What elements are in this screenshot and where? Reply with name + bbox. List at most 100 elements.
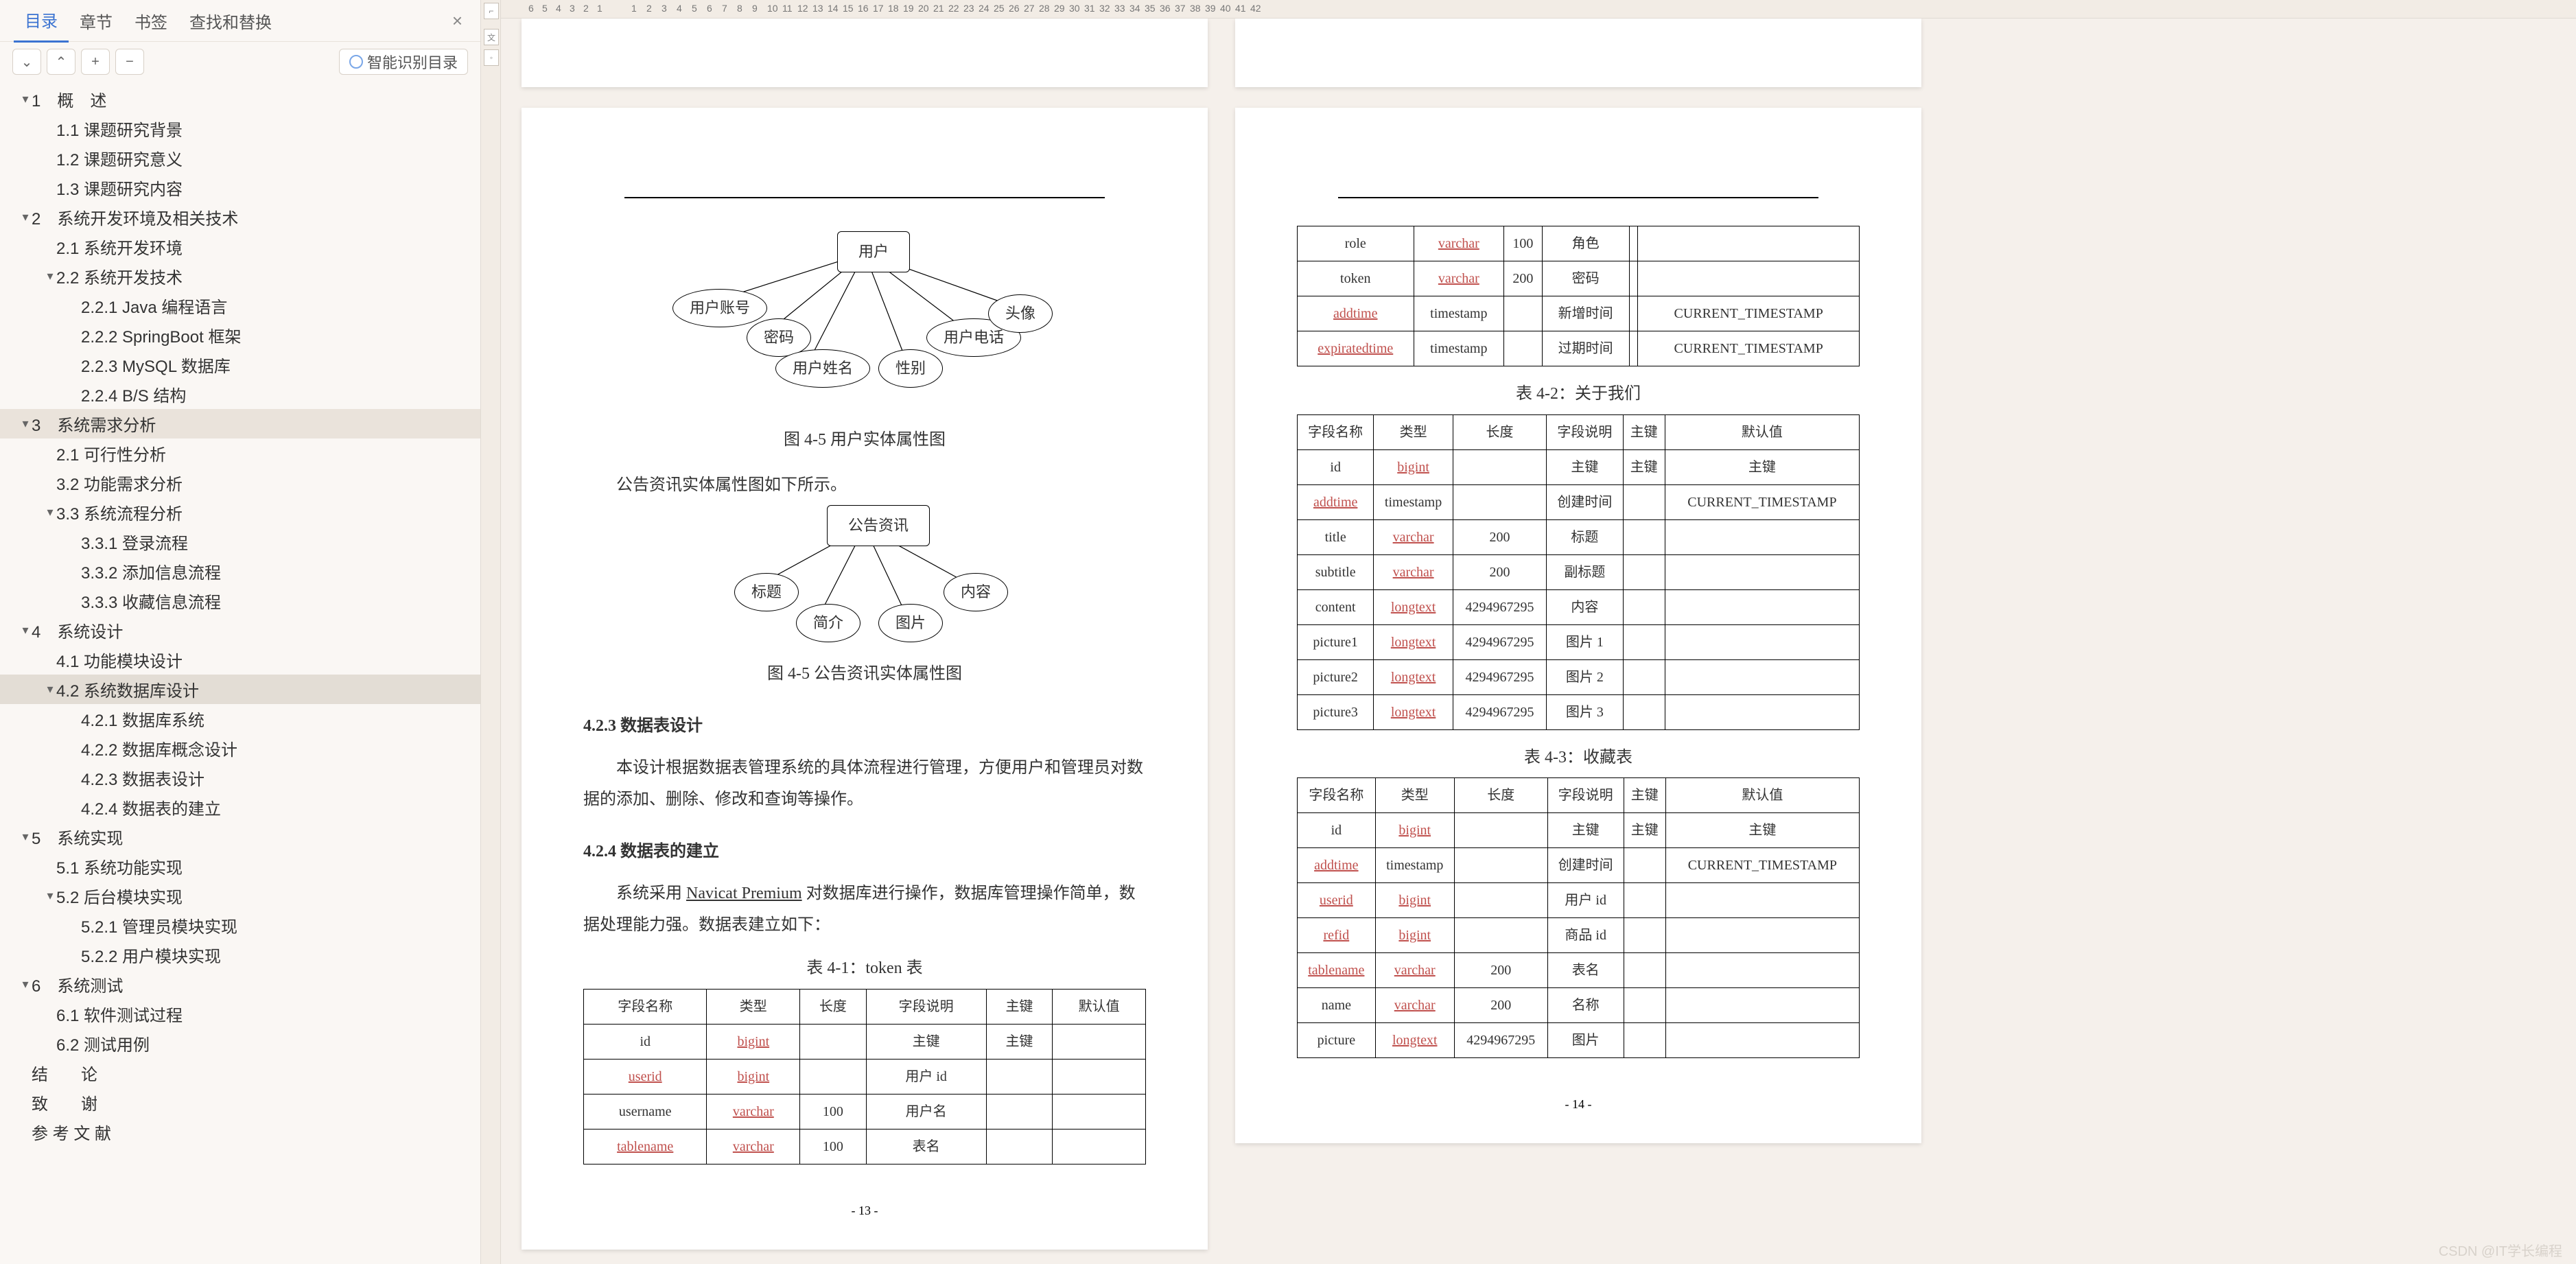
outline-item[interactable]: ▾4.2 系统数据库设计 (0, 675, 480, 704)
outline-item[interactable]: 2.2.3 MySQL 数据库 (0, 350, 480, 379)
chevron-down-icon[interactable]: ▾ (19, 92, 32, 106)
smart-detect-toc-button[interactable]: 智能识别目录 (339, 49, 468, 75)
outline-item[interactable]: 5.2.2 用户模块实现 (0, 940, 480, 970)
column-header: 字段说明 (1547, 778, 1624, 813)
chevron-down-icon[interactable]: ▾ (19, 977, 32, 992)
outline-item[interactable]: ▾2.2 系统开发技术 (0, 261, 480, 291)
outline-label: 2 系统开发环境及相关技术 (32, 205, 238, 229)
table-cell: 100 (1504, 226, 1543, 261)
table-cell: 创建时间 (1547, 484, 1623, 519)
outline-item[interactable]: ▾5 系统实现 (0, 822, 480, 852)
outline-item[interactable]: 2.2.4 B/S 结构 (0, 379, 480, 409)
outline-item[interactable]: ▾5.2 后台模块实现 (0, 881, 480, 911)
outline-item[interactable]: 3.2 功能需求分析 (0, 468, 480, 498)
outline-item[interactable]: 6.2 测试用例 (0, 1029, 480, 1058)
table-cell: 主键 (986, 1024, 1052, 1059)
outline-item[interactable]: 1.2 课题研究意义 (0, 143, 480, 173)
tab-toc[interactable]: 目录 (14, 0, 69, 43)
collapse-up-button[interactable]: ⌃ (47, 49, 75, 75)
table-cell (800, 1059, 866, 1094)
expand-down-button[interactable]: ⌄ (12, 49, 41, 75)
outline-item[interactable]: 2.1 系统开发环境 (0, 232, 480, 261)
table-row: expiratedtimetimestamp过期时间CURRENT_TIMEST… (1298, 331, 1860, 366)
outline-item[interactable]: 4.2.4 数据表的建立 (0, 793, 480, 822)
table-token: 字段名称类型长度字段说明主键默认值idbigint主键主键useridbigin… (583, 989, 1146, 1164)
page-13: 用户 用户账号 密码 用户姓名 性别 用户电话 头像 图 4-5 用户实体属性图… (522, 108, 1208, 1250)
table-cell: 角色 (1542, 226, 1629, 261)
vertical-ruler: ⌐ 文 ◦ (481, 0, 501, 1264)
chevron-down-icon[interactable]: ▾ (44, 682, 56, 697)
chevron-down-icon[interactable]: ▾ (19, 417, 32, 431)
chevron-down-icon[interactable]: ▾ (44, 505, 56, 519)
outline-item[interactable]: 4.2.3 数据表设计 (0, 763, 480, 793)
table-row: rolevarchar100角色 (1298, 226, 1860, 261)
outline-item[interactable]: 6.1 软件测试过程 (0, 999, 480, 1029)
erd-node: 用户账号 (672, 289, 767, 327)
tab-bookmarks[interactable]: 书签 (124, 0, 178, 41)
table-cell: 密码 (1542, 261, 1629, 296)
chevron-down-icon[interactable]: ▾ (44, 889, 56, 903)
chevron-down-icon[interactable]: ▾ (19, 210, 32, 224)
outline-item[interactable]: ▾6 系统测试 (0, 970, 480, 999)
table-cell: 图片 2 (1547, 659, 1623, 694)
table-cell (1665, 883, 1859, 918)
table-row: picture1longtext4294967295图片 1 (1298, 624, 1860, 659)
outline-item[interactable]: 结 论 (0, 1058, 480, 1088)
outline-item[interactable]: 2.1 可行性分析 (0, 438, 480, 468)
table-cell: addtime (1298, 296, 1414, 331)
table-cell: varchar (707, 1094, 800, 1129)
add-button[interactable]: + (81, 49, 110, 75)
outline-item[interactable]: ▾4 系统设计 (0, 616, 480, 645)
erd-user: 用户 用户账号 密码 用户姓名 性别 用户电话 头像 (583, 226, 1146, 418)
outline-tree[interactable]: ▾1 概 述1.1 课题研究背景1.2 课题研究意义1.3 课题研究内容▾2 系… (0, 82, 480, 1264)
outline-item[interactable]: 3.3.3 收藏信息流程 (0, 586, 480, 616)
outline-item[interactable]: ▾3.3 系统流程分析 (0, 498, 480, 527)
outline-item[interactable]: 致 谢 (0, 1088, 480, 1117)
chevron-down-icon[interactable]: ▾ (19, 623, 32, 637)
outline-label: 1.1 课题研究背景 (56, 117, 183, 141)
outline-item[interactable]: 5.1 系统功能实现 (0, 852, 480, 881)
outline-item[interactable]: 1.3 课题研究内容 (0, 173, 480, 202)
table-cell: varchar (1414, 226, 1504, 261)
outline-label: 4.2.3 数据表设计 (81, 766, 204, 790)
outline-item[interactable]: 参 考 文 献 (0, 1117, 480, 1147)
paragraph: 公告资讯实体属性图如下所示。 (583, 470, 1146, 502)
table-cell: 主键 (866, 1024, 986, 1059)
close-icon[interactable]: × (448, 10, 467, 32)
outline-item[interactable]: 4.2.1 数据库系统 (0, 704, 480, 734)
ruler-text-direction[interactable]: 文 (484, 29, 499, 45)
table-cell: 创建时间 (1547, 848, 1624, 883)
table-cell (1638, 261, 1860, 296)
smart-label: 智能识别目录 (367, 51, 458, 73)
outline-item[interactable]: 3.3.2 添加信息流程 (0, 557, 480, 586)
remove-button[interactable]: − (115, 49, 144, 75)
table-cell: bigint (707, 1024, 800, 1059)
outline-item[interactable]: 4.1 功能模块设计 (0, 645, 480, 675)
outline-label: 6.2 测试用例 (56, 1031, 150, 1055)
column-header: 默认值 (1665, 778, 1859, 813)
outline-item[interactable]: 3.3.1 登录流程 (0, 527, 480, 557)
tab-chapters[interactable]: 章节 (69, 0, 124, 41)
outline-label: 5.1 系统功能实现 (56, 854, 183, 878)
horizontal-ruler[interactable]: 6543211234567891011121314151617181920212… (501, 0, 2576, 19)
tab-find-replace[interactable]: 查找和替换 (178, 0, 283, 41)
table-row: idbigint主键主键主键 (1298, 449, 1860, 484)
outline-item[interactable]: 5.2.1 管理员模块实现 (0, 911, 480, 940)
chevron-down-icon[interactable]: ▾ (19, 830, 32, 844)
outline-item[interactable]: 4.2.2 数据库概念设计 (0, 734, 480, 763)
outline-item[interactable]: 2.2.2 SpringBoot 框架 (0, 320, 480, 350)
header-rule (624, 197, 1105, 198)
outline-item[interactable]: ▾1 概 述 (0, 84, 480, 114)
table-cell (1053, 1059, 1146, 1094)
outline-item[interactable]: 2.2.1 Java 编程语言 (0, 291, 480, 320)
outline-item[interactable]: 1.1 课题研究背景 (0, 114, 480, 143)
outline-item[interactable]: ▾2 系统开发环境及相关技术 (0, 202, 480, 232)
erd-node: 图片 (878, 604, 943, 642)
outline-label: 3.3.1 登录流程 (81, 530, 188, 554)
table-cell (1665, 988, 1859, 1023)
outline-label: 4.2.4 数据表的建立 (81, 795, 221, 819)
outline-item[interactable]: ▾3 系统需求分析 (0, 409, 480, 438)
pages-area[interactable]: 用户 用户账号 密码 用户姓名 性别 用户电话 头像 图 4-5 用户实体属性图… (501, 19, 2576, 1264)
chevron-down-icon[interactable]: ▾ (44, 269, 56, 283)
table-cell: id (584, 1024, 707, 1059)
